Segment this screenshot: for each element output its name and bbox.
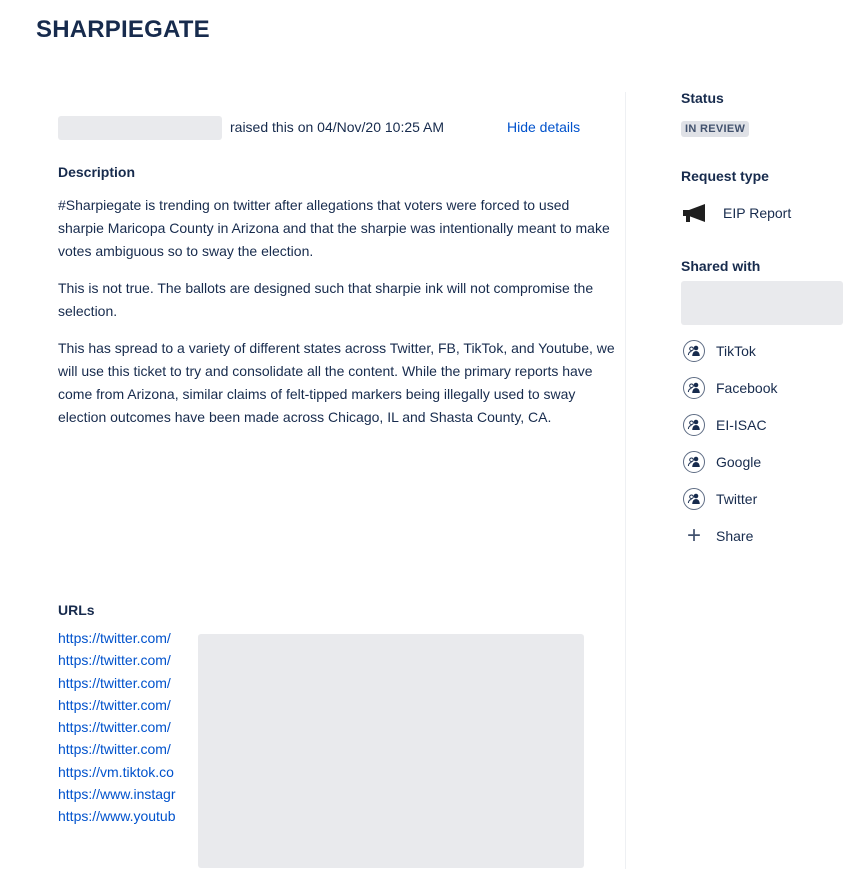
shared-org-name: Facebook: [716, 379, 778, 396]
request-type-heading: Request type: [681, 168, 769, 184]
raised-timestamp: raised this on 04/Nov/20 10:25 AM: [230, 119, 445, 135]
shared-org-name: Twitter: [716, 490, 758, 507]
urls-heading: URLs: [58, 602, 95, 618]
shared-org-name: TikTok: [716, 342, 756, 359]
request-type: EIP Report: [681, 202, 791, 224]
shared-org-item[interactable]: Facebook: [683, 369, 777, 406]
reporter-line: raised this on 04/Nov/20 10:25 AM Hide d…: [58, 116, 618, 140]
description-heading: Description: [58, 164, 136, 180]
plus-icon: +: [686, 521, 701, 549]
shared-org-item[interactable]: TikTok: [683, 332, 777, 369]
organization-icon: [683, 413, 705, 436]
redacted-shared-user: [681, 281, 843, 325]
description-paragraph: #Sharpiegate is trending on twitter afte…: [58, 197, 610, 259]
shared-org-item[interactable]: Google: [683, 443, 777, 480]
status-heading: Status: [681, 90, 724, 106]
description-paragraph: This has spread to a variety of differen…: [58, 340, 615, 425]
description-paragraph: This is not true. The ballots are design…: [58, 280, 594, 319]
organization-icon: [683, 339, 705, 362]
shared-with-heading: Shared with: [681, 258, 761, 274]
shared-org-item[interactable]: Twitter: [683, 480, 777, 517]
organization-icon: [683, 376, 705, 399]
organization-icon: [683, 487, 705, 510]
redacted-reporter-name: [58, 116, 222, 140]
share-label: Share: [716, 527, 754, 544]
status-badge[interactable]: IN REVIEW: [681, 121, 750, 137]
redacted-url-block: [198, 634, 584, 868]
shared-org-name: EI-ISAC: [716, 416, 767, 433]
page-title: SHARPIEGATE: [36, 16, 210, 43]
hide-details-link[interactable]: Hide details: [507, 119, 580, 135]
organization-icon: [683, 450, 705, 473]
share-button[interactable]: + Share: [683, 517, 777, 554]
shared-organizations-list: TikTok Facebook EI-ISAC Google Twitter +…: [683, 332, 777, 554]
megaphone-icon: [681, 203, 711, 223]
description-body: #Sharpiegate is trending on twitter afte…: [58, 194, 618, 443]
shared-org-name: Google: [716, 453, 762, 470]
shared-org-item[interactable]: EI-ISAC: [683, 406, 777, 443]
request-type-value: EIP Report: [723, 205, 792, 221]
